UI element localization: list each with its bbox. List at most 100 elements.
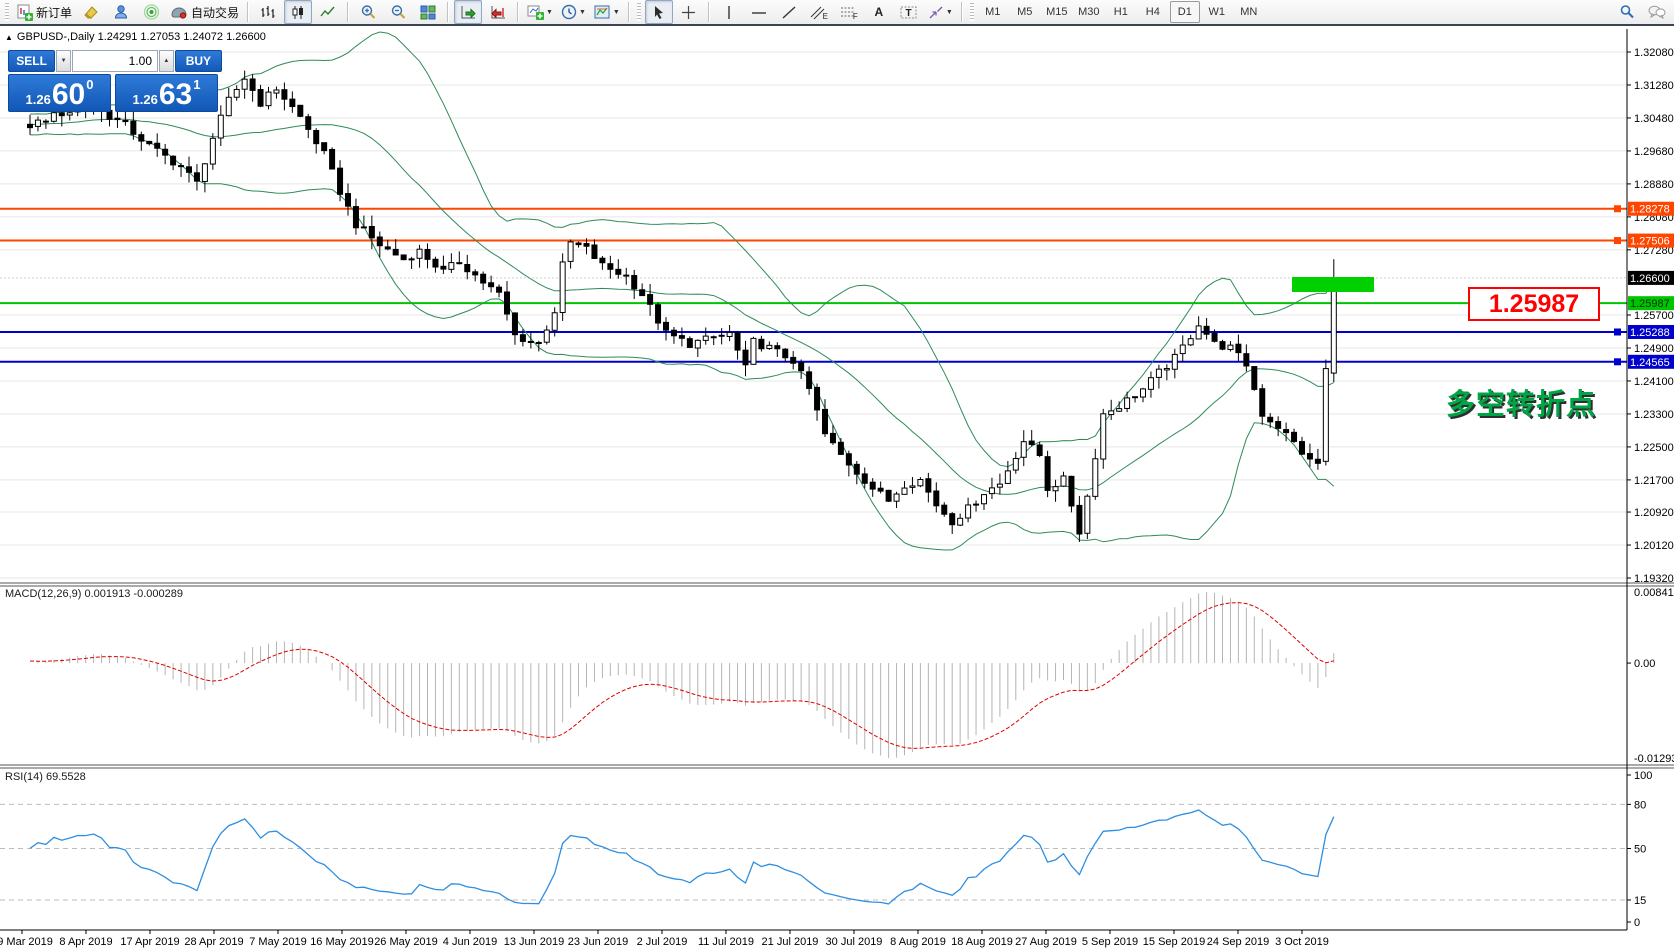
one-click-price-row: 1.26 60 0 1.26 63 1: [8, 74, 222, 112]
svg-text:0.008411: 0.008411: [1634, 587, 1674, 599]
text-label-icon: T: [900, 5, 917, 20]
trendline-tool-button[interactable]: [775, 0, 803, 24]
svg-text:100: 100: [1634, 770, 1652, 782]
sell-button[interactable]: SELL: [8, 50, 55, 72]
support-zone-rect[interactable]: [1292, 277, 1374, 292]
svg-text:28 Apr 2019: 28 Apr 2019: [184, 936, 243, 948]
buy-price-display[interactable]: 1.26 63 1: [115, 74, 218, 112]
timeframe-m15[interactable]: M15: [1042, 1, 1072, 23]
horizontal-line-tool-button[interactable]: [745, 0, 773, 24]
eraser-button[interactable]: [77, 0, 105, 24]
bar-chart-button[interactable]: [254, 0, 282, 24]
horizontal-level-lines[interactable]: [0, 205, 1627, 365]
text-label-tool-button[interactable]: T: [895, 0, 923, 24]
vertical-line-tool-button[interactable]: [715, 0, 743, 24]
buy-button[interactable]: BUY: [175, 50, 222, 72]
new-chart-button[interactable]: ▼: [524, 0, 556, 24]
autotrading-button[interactable]: 自动交易: [167, 0, 242, 24]
candlestick-icon: [290, 5, 306, 20]
svg-text:1.23300: 1.23300: [1634, 409, 1674, 421]
timeframe-w1[interactable]: W1: [1202, 1, 1232, 23]
timeframe-m1[interactable]: M1: [978, 1, 1008, 23]
fibonacci-tool-button[interactable]: F: [835, 0, 863, 24]
signals-icon: [143, 4, 160, 20]
svg-text:1.22500: 1.22500: [1634, 442, 1674, 454]
search-button[interactable]: [1613, 0, 1641, 24]
zoom-out-button[interactable]: [384, 0, 412, 24]
toolbar-grip[interactable]: [637, 3, 641, 21]
toolbar-separator: [517, 2, 519, 22]
text-tool-icon: A: [875, 5, 884, 19]
sell-price-display[interactable]: 1.26 60 0: [8, 74, 111, 112]
autotrading-icon: [170, 4, 188, 20]
svg-text:1.27506: 1.27506: [1630, 236, 1670, 248]
autotrading-label: 自动交易: [191, 4, 239, 21]
chart-canvas[interactable]: 1.320801.312801.304801.296801.288801.280…: [0, 0, 1674, 952]
zoom-out-icon: [390, 4, 407, 20]
zoom-in-button[interactable]: [354, 0, 382, 24]
templates-icon: [594, 4, 611, 20]
buy-price-base: 1.26: [133, 92, 158, 107]
timeframe-d1[interactable]: D1: [1170, 1, 1200, 23]
svg-text:8 Apr 2019: 8 Apr 2019: [59, 936, 112, 948]
price-axis[interactable]: 1.320801.312801.304801.296801.288801.280…: [1627, 47, 1674, 929]
chat-button[interactable]: [1643, 0, 1671, 24]
timeframe-m5[interactable]: M5: [1010, 1, 1040, 23]
tile-windows-button[interactable]: [414, 0, 442, 24]
chevron-down-icon: ▼: [579, 9, 586, 16]
volume-decrease-button[interactable]: ▼: [56, 50, 71, 72]
arrows-tool-button[interactable]: ▼: [925, 0, 956, 24]
svg-text:1.21700: 1.21700: [1634, 475, 1674, 487]
volume-input[interactable]: [72, 50, 158, 72]
symbol-ohlc-line: ▲GBPUSD-,Daily 1.24291 1.27053 1.24072 1…: [5, 31, 266, 43]
new-order-button[interactable]: 新订单: [13, 0, 75, 24]
eraser-icon: [82, 4, 100, 20]
periods-button[interactable]: ▼: [558, 0, 589, 24]
svg-text:15 Sep 2019: 15 Sep 2019: [1143, 936, 1205, 948]
templates-button[interactable]: ▼: [591, 0, 623, 24]
candles-layer[interactable]: [28, 71, 1337, 542]
svg-text:1.24565: 1.24565: [1630, 357, 1670, 369]
signals-button[interactable]: [137, 0, 165, 24]
timeframe-h4[interactable]: H4: [1138, 1, 1168, 23]
svg-text:1.28880: 1.28880: [1634, 179, 1674, 191]
chart-annotation-text[interactable]: 多空转折点: [1446, 381, 1596, 423]
new-order-icon: [16, 4, 33, 21]
price-level-flag[interactable]: 1.25987: [1468, 287, 1600, 321]
mt4-window: 新订单 自动交易: [0, 0, 1674, 952]
text-tool-button[interactable]: A: [865, 0, 893, 24]
new-chart-icon: [527, 4, 544, 20]
toolbar-separator: [447, 2, 449, 22]
collapse-panel-icon[interactable]: ▲: [5, 33, 13, 42]
fibonacci-label: F: [853, 12, 858, 21]
svg-text:1.20920: 1.20920: [1634, 507, 1674, 519]
toolbar-grip[interactable]: [5, 3, 9, 21]
svg-text:16 May 2019: 16 May 2019: [310, 936, 374, 948]
svg-text:21 Jul 2019: 21 Jul 2019: [762, 936, 819, 948]
line-chart-button[interactable]: [314, 0, 342, 24]
bar-chart-icon: [260, 5, 276, 20]
cursor-tool-button[interactable]: [645, 0, 673, 24]
auto-scroll-button[interactable]: [454, 0, 482, 24]
timeframe-m30[interactable]: M30: [1074, 1, 1104, 23]
rsi-panel: [0, 804, 1627, 904]
date-axis[interactable]: 29 Mar 20198 Apr 201917 Apr 201928 Apr 2…: [0, 930, 1329, 948]
chart-shift-button[interactable]: [484, 0, 512, 24]
crosshair-tool-button[interactable]: [675, 0, 703, 24]
timeframe-h1[interactable]: H1: [1106, 1, 1136, 23]
channel-tool-button[interactable]: E: [805, 0, 833, 24]
svg-text:1.24100: 1.24100: [1634, 376, 1674, 388]
timeframe-mn[interactable]: MN: [1234, 1, 1264, 23]
svg-text:11 Jul 2019: 11 Jul 2019: [698, 936, 754, 948]
clock-icon: [561, 4, 577, 20]
svg-text:8 Aug 2019: 8 Aug 2019: [890, 936, 946, 948]
toolbar-grip[interactable]: [970, 3, 974, 21]
ohlc-values: 1.24291 1.27053 1.24072 1.26600: [98, 31, 266, 43]
buy-price-pip: 1: [193, 77, 200, 92]
svg-text:50: 50: [1634, 844, 1646, 856]
volume-increase-button[interactable]: ▲: [159, 50, 174, 72]
price-grid: [0, 52, 1627, 578]
profile-button[interactable]: [107, 0, 135, 24]
svg-text:23 Jun 2019: 23 Jun 2019: [568, 936, 629, 948]
candlestick-button[interactable]: [284, 0, 312, 24]
